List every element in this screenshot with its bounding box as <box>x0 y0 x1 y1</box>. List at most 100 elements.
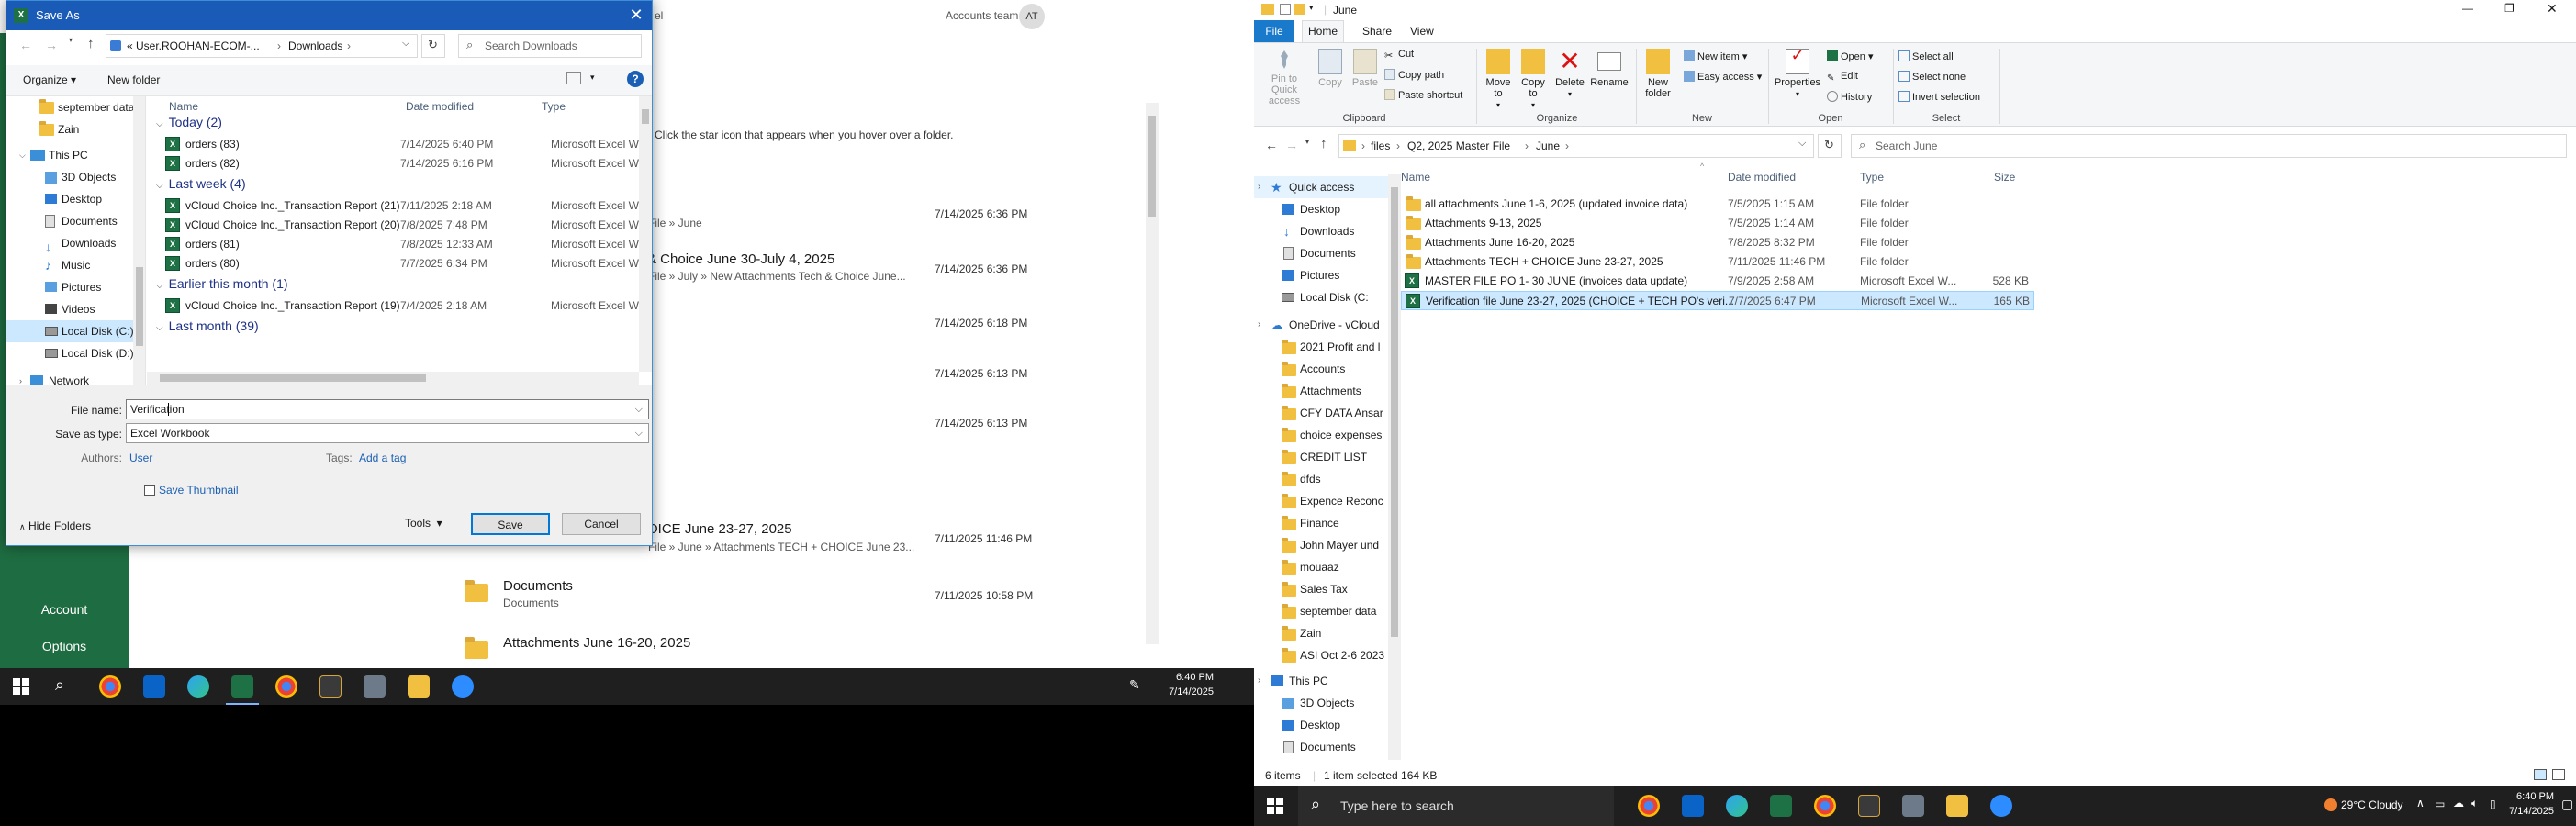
column-size[interactable]: Size <box>1994 171 2015 184</box>
file-row[interactable]: XvCloud Choice Inc._Transaction Report (… <box>165 216 647 235</box>
calculator-icon[interactable] <box>1902 795 1924 817</box>
clock-date[interactable]: 7/14/2025 <box>2503 806 2554 817</box>
file-row[interactable]: X Verification file June 23-27, 2025 (CHO… <box>1401 291 2034 310</box>
copy-path-button[interactable]: Copy path <box>1384 69 1444 81</box>
hide-folders-button[interactable]: ∧ Hide Folders <box>19 519 91 532</box>
nav-item[interactable]: 2021 Profit and l <box>1254 336 1388 358</box>
recent-row-title[interactable]: & Choice June 30-July 4, 2025 <box>647 251 834 267</box>
nav-item[interactable]: Finance <box>1254 512 1388 534</box>
nav-item[interactable]: dfds <box>1254 468 1388 490</box>
column-date[interactable]: Date modified <box>406 100 474 113</box>
cloud-icon[interactable]: ☁ <box>2453 797 2464 809</box>
nav-item[interactable]: Zain <box>1254 622 1388 644</box>
nav-item-zain[interactable]: Zain <box>6 118 145 140</box>
refresh-button[interactable]: ↻ <box>1818 134 1842 158</box>
open-button[interactable]: Open ▾ <box>1827 50 1874 62</box>
explorer-breadcrumb[interactable]: › files › Q2, 2025 Master File › June › … <box>1338 134 1814 158</box>
nav-item-music[interactable]: ♪ Music <box>6 254 145 276</box>
maximize-icon[interactable]: ❐ <box>2504 2 2514 15</box>
tools-button[interactable]: Tools ▾ <box>405 517 442 530</box>
file-group-header[interactable]: ⌵ Last week (4) <box>156 176 246 191</box>
folder-row[interactable]: Attachments 9-13, 2025 7/5/2025 1:14 AM Fi… <box>1401 214 2034 233</box>
view-options-icon[interactable] <box>566 72 581 84</box>
forward-arrow-icon[interactable]: → <box>45 38 58 52</box>
tab-home[interactable]: Home <box>1302 20 1344 42</box>
weather-icon[interactable] <box>2324 798 2337 811</box>
recent-scrollbar[interactable] <box>1146 103 1159 644</box>
windows-start-icon[interactable] <box>13 678 29 695</box>
nav-item-network[interactable]: › Network <box>6 370 145 385</box>
nav-item[interactable]: › This PC <box>1254 670 1388 692</box>
easy-access-button[interactable]: Easy access ▾ <box>1684 71 1762 83</box>
file-row[interactable]: Xorders (82) 7/14/2025 6:16 PM Microsoft E… <box>165 154 647 173</box>
nav-item[interactable]: Desktop <box>1254 198 1388 220</box>
authors-value[interactable]: User <box>129 452 152 464</box>
column-name[interactable]: Name <box>1401 171 1430 184</box>
network-icon[interactable]: ▭ <box>2435 798 2445 810</box>
refresh-button[interactable]: ↻ <box>421 34 445 58</box>
chevron-down-icon[interactable]: ▾ <box>1309 3 1314 13</box>
user-avatar[interactable]: AT <box>1019 4 1045 29</box>
select-all-button[interactable]: Select all <box>1898 50 1954 62</box>
nav-item-desktop[interactable]: Desktop <box>6 188 145 210</box>
history-button[interactable]: History <box>1827 91 1872 103</box>
close-icon[interactable]: ✕ <box>626 5 646 25</box>
nav-item[interactable]: ↓ Downloads <box>1254 220 1388 242</box>
forward-arrow-icon[interactable]: → <box>1285 138 1298 152</box>
pin-quick-access-button[interactable]: Pin to Quick access <box>1258 49 1311 106</box>
nav-item[interactable]: ASI Oct 2-6 2023 <box>1254 644 1388 666</box>
recent-row-title[interactable]: OICE June 23-27, 2025 <box>647 521 792 537</box>
column-type[interactable]: Type <box>542 100 566 113</box>
nav-item[interactable]: John Mayer und <box>1254 534 1388 556</box>
chevron-down-icon[interactable]: ⌵ <box>402 38 409 50</box>
dialog-titlebar[interactable]: X Save As ✕ <box>6 1 652 30</box>
help-icon[interactable]: ? <box>627 71 644 87</box>
nav-item[interactable]: Desktop <box>1254 714 1388 736</box>
file-row[interactable]: Xorders (83) 7/14/2025 6:40 PM Microsoft E… <box>165 135 647 154</box>
outlook-icon[interactable] <box>1682 795 1704 817</box>
chrome-profile-icon[interactable] <box>275 675 297 698</box>
new-folder-button[interactable]: New folder <box>107 73 160 86</box>
minimize-icon[interactable]: — <box>2462 2 2473 15</box>
clock-time[interactable]: 6:40 PM <box>2503 791 2554 802</box>
chrome-icon[interactable] <box>1638 795 1660 817</box>
column-type[interactable]: Type <box>1860 171 1884 184</box>
copy-button[interactable]: Copy <box>1315 49 1346 88</box>
file-name-input[interactable]: Verification ⌵ <box>126 399 649 419</box>
file-row[interactable]: X MASTER FILE PO 1- 30 JUNE (invoices dat… <box>1401 272 2034 291</box>
address-breadcrumb[interactable]: « User.ROOHAN-ECOM-... › Downloads › ⌵ <box>106 34 418 58</box>
rename-button[interactable]: Rename <box>1588 49 1630 88</box>
battery-icon[interactable]: ▯ <box>2490 798 2496 810</box>
nav-item[interactable]: Pictures <box>1254 264 1388 286</box>
nav-item-3d-objects[interactable]: 3D Objects <box>6 166 145 188</box>
nav-item[interactable]: CREDIT LIST <box>1254 446 1388 468</box>
folder-row[interactable]: all attachments June 1-6, 2025 (updated … <box>1401 195 2034 214</box>
new-folder-icon[interactable] <box>1294 4 1305 15</box>
calculator-icon[interactable] <box>364 675 386 698</box>
nav-item[interactable]: Local Disk (C: <box>1254 286 1388 308</box>
nav-item-local-disk-c[interactable]: Local Disk (C:) <box>6 320 145 342</box>
nav-item[interactable]: Documents <box>1254 736 1388 758</box>
tab-file[interactable]: File <box>1254 20 1294 42</box>
breadcrumb-q2-master[interactable]: Q2, 2025 Master File <box>1407 140 1510 152</box>
nav-item[interactable]: Documents <box>1254 242 1388 264</box>
thumbnail-checkbox[interactable] <box>144 485 155 496</box>
edge-icon[interactable] <box>187 675 209 698</box>
app-icon[interactable] <box>319 675 342 698</box>
delete-button[interactable]: ✕ Delete ▾ <box>1553 49 1586 100</box>
chevron-down-icon[interactable]: ▾ <box>1305 138 1309 146</box>
file-explorer-icon[interactable] <box>408 675 430 698</box>
outlook-icon[interactable] <box>143 675 165 698</box>
recent-row-title[interactable]: Documents <box>503 578 573 594</box>
clock-date[interactable]: 7/14/2025 <box>1159 686 1214 698</box>
excel-taskbar-icon[interactable] <box>226 675 259 705</box>
nav-scrollbar[interactable] <box>133 96 145 385</box>
tags-value[interactable]: Add a tag <box>359 452 406 464</box>
zoom-icon[interactable] <box>452 675 474 698</box>
tab-share[interactable]: Share <box>1362 25 1392 38</box>
nav-item-local-disk-d[interactable]: Local Disk (D:) <box>6 342 145 364</box>
nav-item-videos[interactable]: Videos <box>6 298 145 320</box>
file-explorer-icon[interactable] <box>1946 795 1968 817</box>
properties-icon[interactable] <box>1280 4 1291 15</box>
app-icon[interactable] <box>1858 795 1880 817</box>
